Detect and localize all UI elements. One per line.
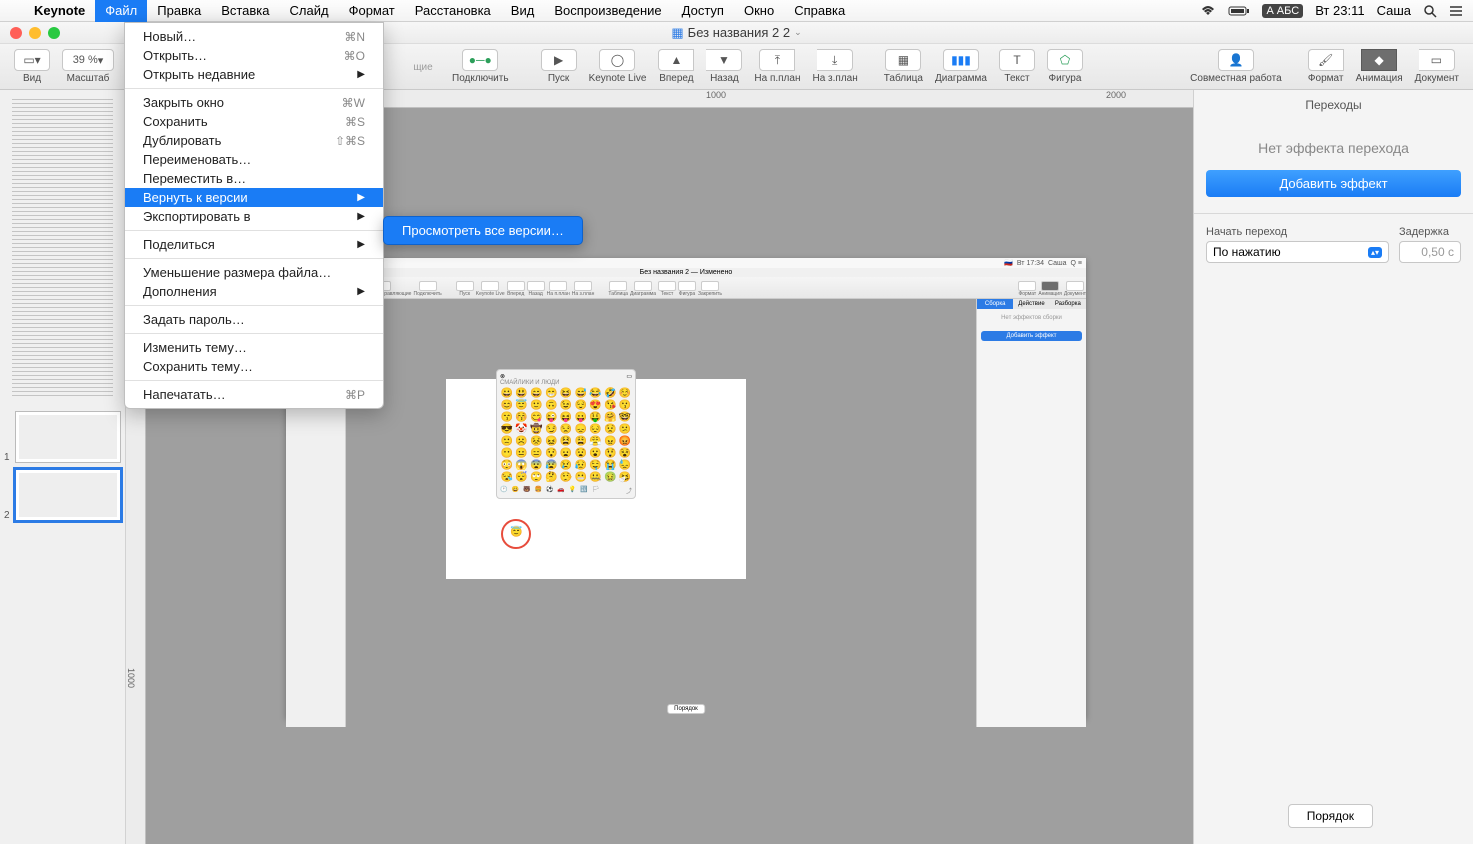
backward-button[interactable]: ▼Назад [700, 49, 748, 84]
menu-set-password[interactable]: Задать пароль… [125, 310, 383, 329]
menu-save-theme[interactable]: Сохранить тему… [125, 357, 383, 376]
menu-extras-icon[interactable] [1449, 5, 1463, 17]
menu-help[interactable]: Справка [784, 0, 855, 22]
guides-button[interactable]: щие [400, 60, 446, 73]
no-transition-label: Нет эффекта перехода [1194, 120, 1473, 166]
menu-view[interactable]: Вид [501, 0, 545, 22]
menu-print[interactable]: Напечатать…⌘P [125, 385, 383, 404]
shape-button[interactable]: ⬠Фигура [1041, 49, 1089, 84]
wifi-icon[interactable] [1200, 5, 1216, 17]
menu-share[interactable]: Доступ [672, 0, 734, 22]
to-back-button[interactable]: ⤓На з.план [806, 49, 863, 84]
embedded-screenshot: 🇷🇺Вт 17:34СашаQ ≡ Без названия 2 — Измен… [286, 258, 1086, 718]
document-icon: ▦ [671, 25, 683, 41]
animate-inspector-button[interactable]: ◆Анимация [1350, 49, 1409, 84]
menu-change-theme[interactable]: Изменить тему… [125, 338, 383, 357]
system-menubar: Keynote Файл Правка Вставка Слайд Формат… [0, 0, 1473, 22]
inspector-title: Переходы [1194, 90, 1473, 120]
menu-format[interactable]: Формат [339, 0, 405, 22]
menu-save[interactable]: Сохранить⌘S [125, 112, 383, 131]
slide-navigator[interactable]: 1 2 [0, 90, 126, 844]
menu-open[interactable]: Открыть…⌘O [125, 46, 383, 65]
user-menu[interactable]: Саша [1377, 3, 1411, 18]
view-button[interactable]: ▭▾Вид [8, 49, 56, 84]
minimize-window[interactable] [29, 27, 41, 39]
menu-window[interactable]: Окно [734, 0, 784, 22]
menu-export-to[interactable]: Экспортировать в▶ [125, 207, 383, 226]
app-menu[interactable]: Keynote [24, 3, 95, 18]
document-title[interactable]: ▦ Без названия 2 2 ⌄ [671, 25, 801, 41]
text-button[interactable]: TТекст [993, 49, 1041, 84]
start-transition-select[interactable]: По нажатию ▴▾ [1206, 241, 1389, 263]
delay-field[interactable]: 0,50 с [1399, 241, 1461, 263]
table-button[interactable]: ▦Таблица [878, 49, 929, 84]
menu-share-submenu[interactable]: Поделиться▶ [125, 235, 383, 254]
menu-move-to[interactable]: Переместить в… [125, 169, 383, 188]
collaborate-button[interactable]: 👤Совместная работа [1184, 49, 1288, 84]
menu-play[interactable]: Воспроизведение [544, 0, 671, 22]
to-front-button[interactable]: ⤒На п.план [748, 49, 806, 84]
menu-browse-all-versions[interactable]: Просмотреть все версии… [384, 220, 582, 241]
zoom-window[interactable] [48, 27, 60, 39]
connect-button[interactable]: ●─●Подключить [446, 49, 515, 84]
forward-button[interactable]: ▲Вперед [652, 49, 700, 84]
slide-thumb-1[interactable]: 1 [4, 411, 121, 463]
add-effect-button[interactable]: Добавить эффект [1206, 170, 1461, 197]
keynote-live-button[interactable]: ◯Keynote Live [583, 49, 653, 84]
slide-content[interactable]: 🇷🇺Вт 17:34СашаQ ≡ Без названия 2 — Измен… [286, 258, 1086, 718]
clock[interactable]: Вт 23:11 [1315, 3, 1364, 18]
close-window[interactable] [10, 27, 22, 39]
start-transition-label: Начать переход [1206, 226, 1389, 238]
input-source[interactable]: ААБС [1262, 4, 1303, 18]
revert-submenu: Просмотреть все версии… [383, 216, 583, 245]
menu-duplicate[interactable]: Дублировать⇧⌘S [125, 131, 383, 150]
inspector-panel: Переходы Нет эффекта перехода Добавить э… [1193, 90, 1473, 844]
collapsed-thumbs [0, 90, 125, 405]
chevron-down-icon: ⌄ [794, 27, 802, 38]
battery-icon[interactable] [1228, 5, 1250, 17]
zoom-dropdown[interactable]: 39 %▾Масштаб [56, 49, 120, 84]
select-arrows-icon: ▴▾ [1368, 247, 1382, 258]
menu-new[interactable]: Новый…⌘N [125, 27, 383, 46]
document-inspector-button[interactable]: ▭Документ [1409, 49, 1465, 84]
menu-revert-to[interactable]: Вернуть к версии▶ [125, 188, 383, 207]
menu-edit[interactable]: Правка [147, 0, 211, 22]
slide-thumb-2[interactable]: 2 [4, 469, 121, 521]
spotlight-icon[interactable] [1423, 4, 1437, 18]
build-order-button[interactable]: Порядок [1288, 804, 1373, 828]
menu-close-window[interactable]: Закрыть окно⌘W [125, 93, 383, 112]
delay-label: Задержка [1399, 226, 1461, 238]
menu-file[interactable]: Файл [95, 0, 147, 22]
menu-open-recent[interactable]: Открыть недавние▶ [125, 65, 383, 84]
menu-reduce-file-size[interactable]: Уменьшение размера файла… [125, 263, 383, 282]
play-button[interactable]: ▶Пуск [535, 49, 583, 84]
menu-arrange[interactable]: Расстановка [405, 0, 501, 22]
format-inspector-button[interactable]: 🖌Формат [1302, 49, 1350, 84]
menu-addons[interactable]: Дополнения▶ [125, 282, 383, 301]
menu-slide[interactable]: Слайд [280, 0, 339, 22]
menu-insert[interactable]: Вставка [211, 0, 279, 22]
menu-rename[interactable]: Переименовать… [125, 150, 383, 169]
file-menu-dropdown: Новый…⌘N Открыть…⌘O Открыть недавние▶ За… [124, 22, 384, 409]
chart-button[interactable]: ▮▮▮Диаграмма [929, 49, 993, 84]
